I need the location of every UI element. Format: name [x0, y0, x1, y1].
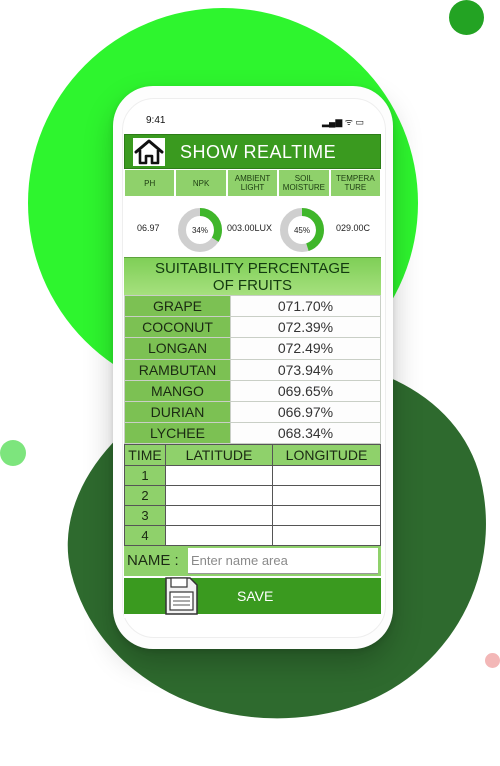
longitude-cell[interactable]	[272, 465, 381, 486]
app-screen: SHOW REALTIME PH NPK AMBIENT LIGHT SOIL …	[124, 134, 382, 618]
row-number: 2	[124, 485, 166, 506]
name-row: NAME :	[124, 546, 381, 576]
tab-soil-moisture[interactable]: SOIL MOISTURE	[278, 169, 330, 197]
fruit-name: DURIAN	[124, 400, 231, 424]
table-row: LYCHEE 068.34%	[124, 422, 381, 445]
table-row: GRAPE 071.70%	[124, 294, 381, 318]
fruit-name: LONGAN	[124, 337, 231, 360]
row-number: 1	[124, 465, 166, 486]
fruit-value: 071.70%	[230, 294, 381, 318]
soil-moisture-label: 45%	[294, 226, 310, 235]
suitability-title: SUITABILITY PERCENTAGE OF FRUITS	[124, 257, 381, 295]
table-row: MANGO 069.65%	[124, 379, 381, 402]
tab-ambient-light[interactable]: AMBIENT LIGHT	[226, 169, 279, 197]
latitude-cell[interactable]	[165, 525, 273, 546]
fruit-value: 069.65%	[230, 379, 381, 402]
sensor-readings: 06.97 34% 003.00LUX 45% 029.00C	[124, 197, 381, 257]
fruit-value: 072.39%	[230, 316, 381, 339]
row-number: 3	[124, 505, 166, 526]
page-title: SHOW REALTIME	[180, 142, 337, 162]
tab-npk[interactable]: NPK	[175, 169, 227, 197]
temperature-value: 029.00C	[336, 223, 371, 233]
status-icons: ▂▄▆ ᯤ ▭	[322, 117, 364, 127]
table-row: DURIAN 066.97%	[124, 400, 381, 424]
npk-gauge: 34%	[178, 208, 222, 252]
fruit-value: 073.94%	[230, 358, 381, 381]
suitability-title-line2: OF FRUITS	[212, 277, 293, 294]
ph-value: 06.97	[137, 223, 160, 233]
table-row: COCONUT 072.39%	[124, 316, 381, 339]
status-time: 9:41	[146, 115, 166, 126]
save-button[interactable]: SAVE	[124, 577, 381, 615]
table-row: 2	[124, 485, 381, 506]
column-header-latitude: LATITUDE	[165, 444, 273, 466]
fruit-value: 072.49%	[230, 337, 381, 360]
home-icon[interactable]	[133, 138, 165, 166]
table-row: RAMBUTAN 073.94%	[124, 358, 381, 381]
fruit-value: 066.97%	[230, 400, 381, 424]
tab-ph[interactable]: PH	[124, 169, 176, 197]
decorative-dot	[485, 653, 500, 668]
save-label: SAVE	[237, 588, 274, 604]
table-row: 4	[124, 525, 381, 546]
fruit-suitability-table: GRAPE 071.70% COCONUT 072.39% LONGAN 072.49…	[124, 294, 381, 445]
fruit-name: COCONUT	[124, 316, 231, 339]
soil-moisture-gauge: 45%	[280, 208, 324, 252]
table-row: 3	[124, 505, 381, 526]
latitude-cell[interactable]	[165, 505, 273, 526]
gps-table: TIME LATITUDE LONGITUDE 1 2 3 4	[124, 444, 381, 546]
ambient-light-value: 003.00LUX	[227, 223, 273, 233]
npk-percent-label: 34%	[192, 226, 208, 235]
decorative-dot	[0, 440, 26, 466]
fruit-name: LYCHEE	[124, 422, 231, 445]
table-row: 1	[124, 465, 381, 486]
column-header-time: TIME	[124, 444, 166, 466]
longitude-cell[interactable]	[272, 485, 381, 506]
sensor-tabs: PH NPK AMBIENT LIGHT SOIL MOISTURE TEMPE…	[124, 169, 382, 197]
app-header: SHOW REALTIME	[124, 134, 381, 169]
table-row: LONGAN 072.49%	[124, 337, 381, 360]
longitude-cell[interactable]	[272, 525, 381, 546]
fruit-name: GRAPE	[124, 294, 231, 318]
latitude-cell[interactable]	[165, 485, 273, 506]
fruit-name: RAMBUTAN	[124, 358, 231, 381]
fruit-name: MANGO	[124, 379, 231, 402]
suitability-title-line1: SUITABILITY PERCENTAGE	[154, 260, 351, 277]
row-number: 4	[124, 525, 166, 546]
status-bar: 9:41 ▂▄▆ ᯤ ▭	[122, 110, 384, 134]
name-input[interactable]	[188, 548, 378, 574]
latitude-cell[interactable]	[165, 465, 273, 486]
longitude-cell[interactable]	[272, 505, 381, 526]
fruit-value: 068.34%	[230, 422, 381, 445]
document-save-icon	[165, 577, 198, 615]
gps-header-row: TIME LATITUDE LONGITUDE	[124, 444, 381, 466]
tab-temperature[interactable]: TEMPERA TURE	[329, 169, 382, 197]
column-header-longitude: LONGITUDE	[272, 444, 381, 466]
name-label: NAME :	[127, 552, 179, 569]
decorative-dot	[449, 0, 484, 35]
